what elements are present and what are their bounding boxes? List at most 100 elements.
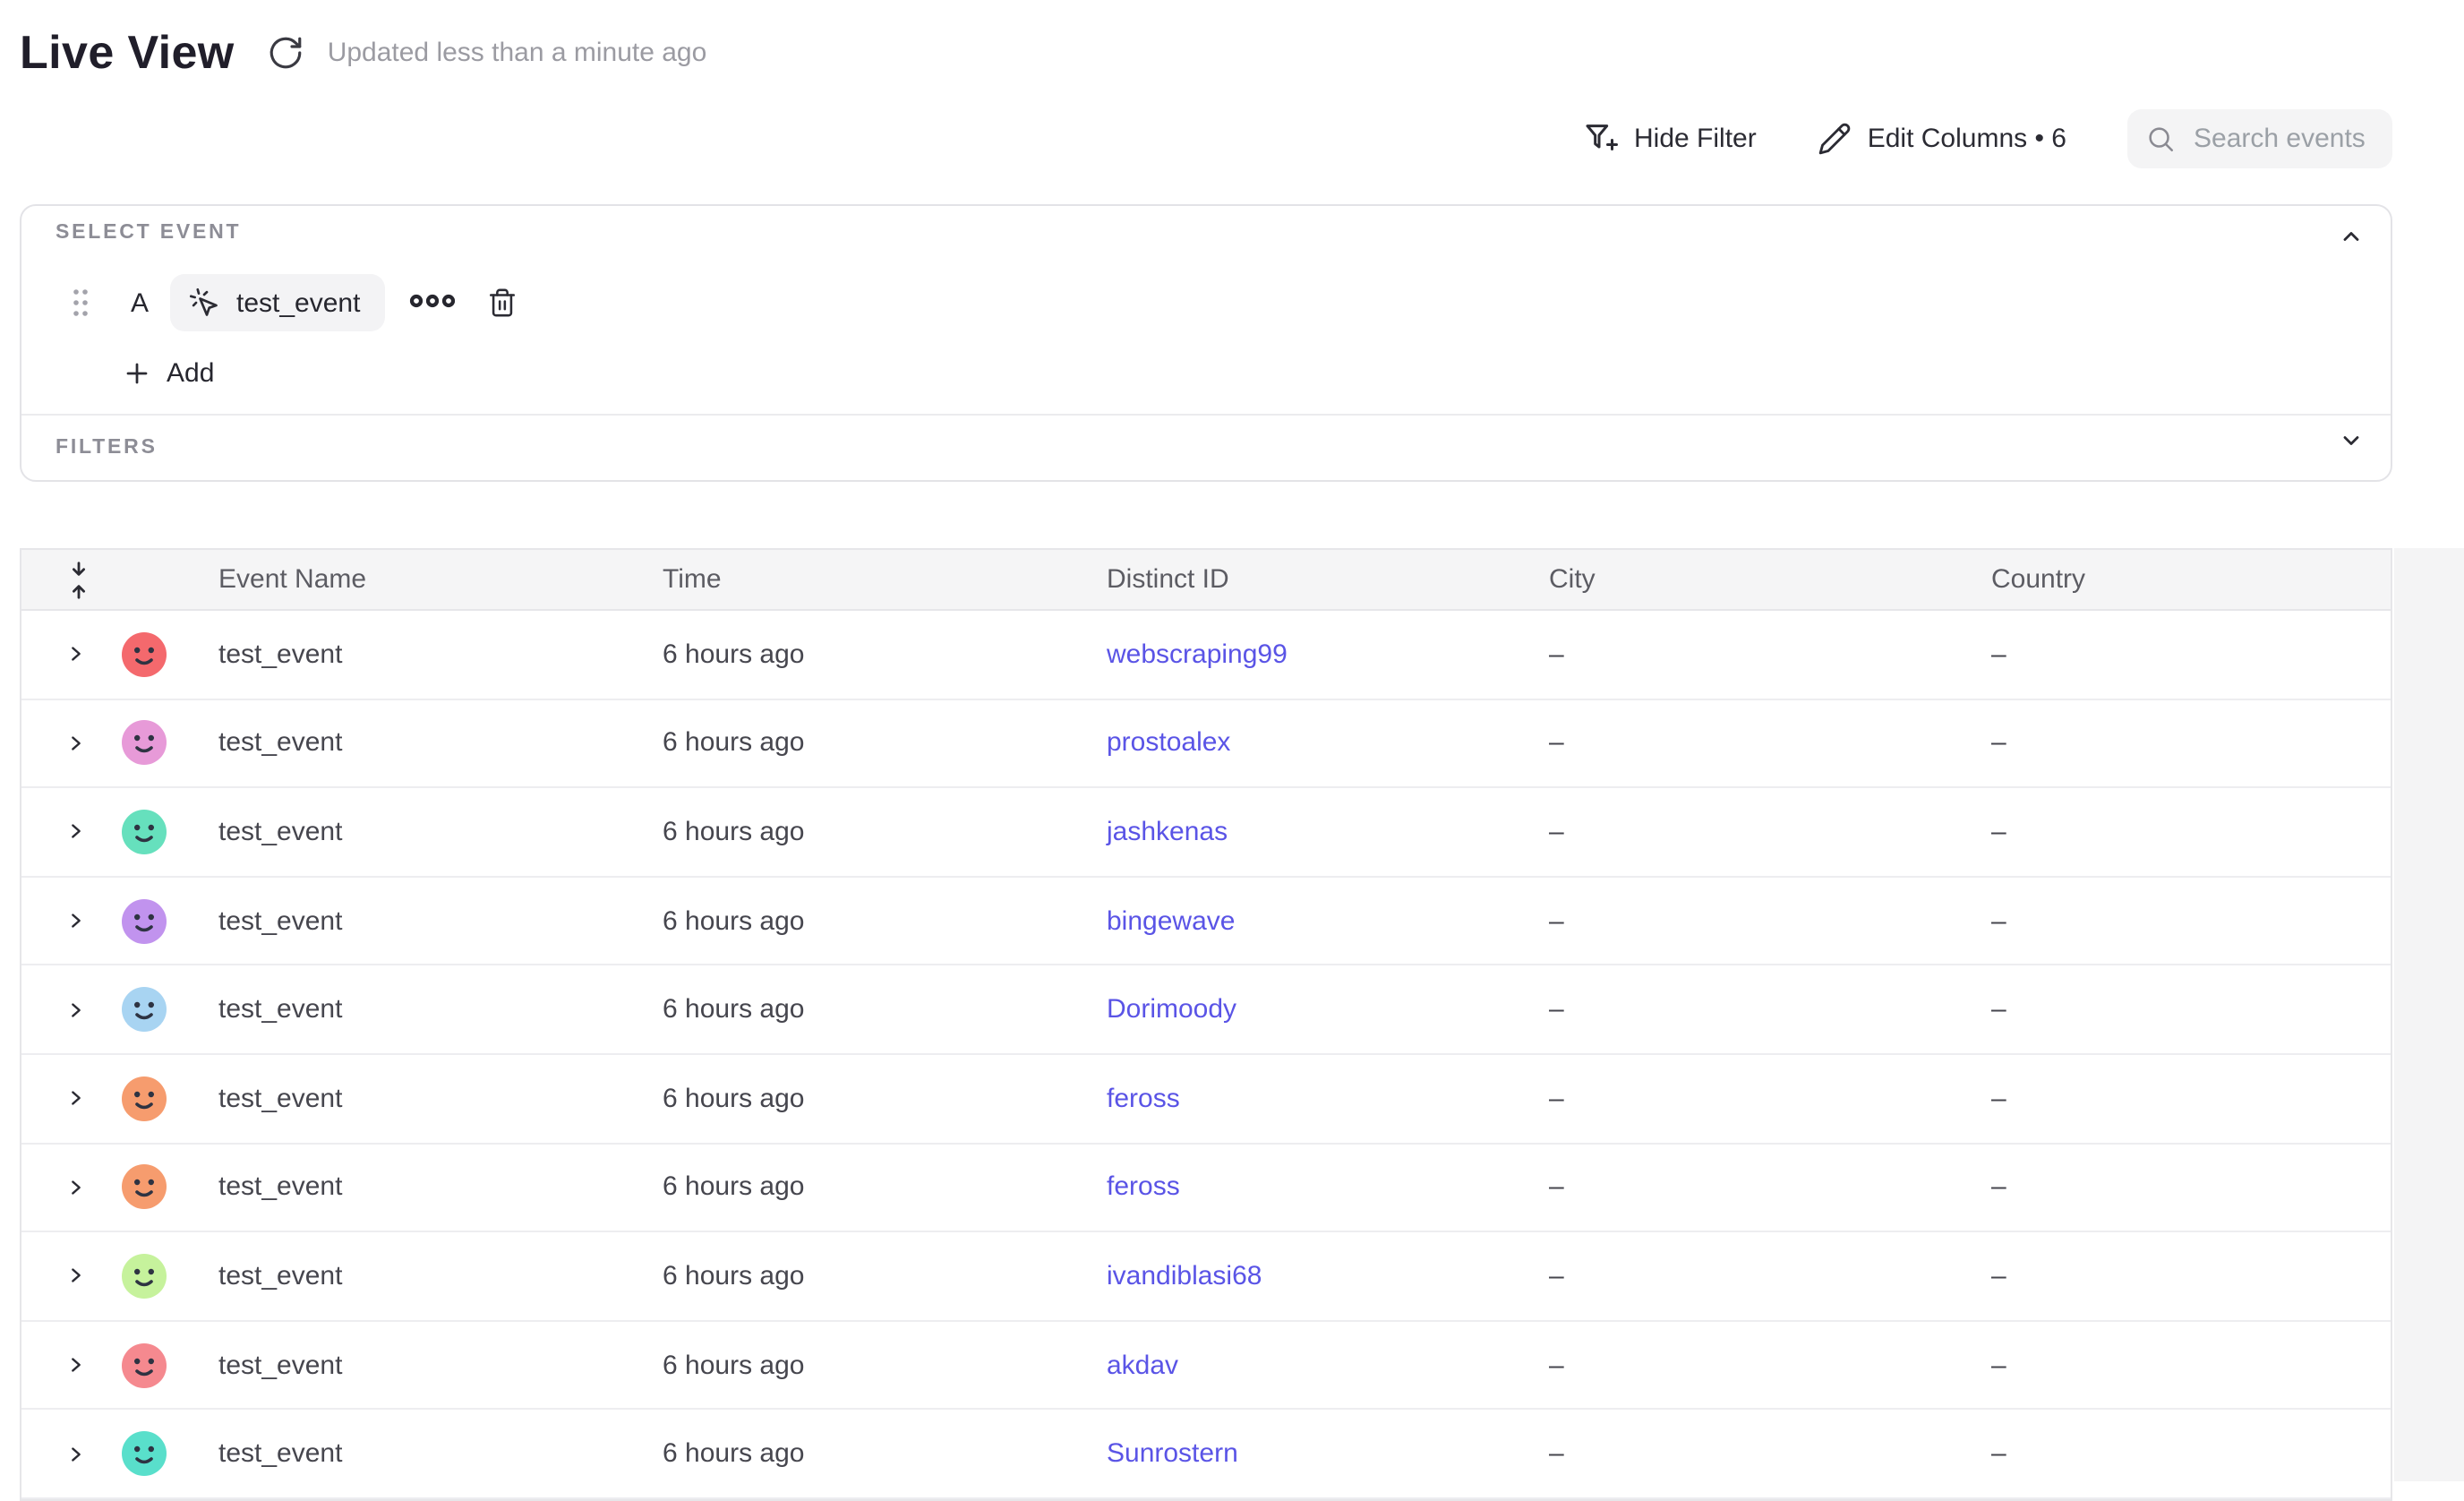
avatar (122, 1165, 167, 1210)
event-row-letter: A (131, 288, 149, 319)
table-header: Event Name Time Distinct ID City Country (21, 550, 2391, 611)
search-input[interactable] (2190, 121, 2374, 155)
table-row[interactable]: test_event 6 hours ago feross – – (21, 1055, 2391, 1144)
distinct-id-link[interactable]: Dorimoody (1107, 994, 1236, 1025)
chevron-up-icon (2339, 224, 2364, 249)
expand-row-button[interactable] (66, 1441, 86, 1466)
chevron-right-icon (66, 1086, 86, 1111)
table-row[interactable]: test_event 6 hours ago ivandiblasi68 – – (21, 1232, 2391, 1321)
distinct-id-link[interactable]: bingewave (1107, 905, 1235, 936)
chevron-right-icon (66, 1352, 86, 1377)
table-row[interactable]: test_event 6 hours ago akdav – – (21, 1322, 2391, 1411)
expand-row-button[interactable] (66, 997, 86, 1022)
select-event-label: SELECT EVENT (56, 222, 241, 244)
table-body: test_event 6 hours ago webscraping99 – – (21, 611, 2391, 1499)
time-cell: 6 hours ago (663, 788, 804, 875)
distinct-id-link[interactable]: feross (1107, 1084, 1180, 1114)
chevron-right-icon (66, 1441, 86, 1466)
city-cell: – (1549, 1322, 1564, 1409)
event-options-button[interactable] (408, 292, 457, 310)
search-box (2127, 108, 2392, 167)
avatar (122, 810, 167, 854)
avatar (122, 1076, 167, 1121)
distinct-id-link[interactable]: akdav (1107, 1350, 1178, 1380)
table-row[interactable]: test_event 6 hours ago webscraping99 – – (21, 611, 2391, 699)
chevron-right-icon (66, 731, 86, 756)
updated-status: Updated less than a minute ago (328, 38, 707, 68)
add-event-button[interactable]: Add (124, 358, 214, 389)
distinct-id-link[interactable]: feross (1107, 1172, 1180, 1203)
event-name-cell: test_event (218, 878, 342, 965)
panel-divider (21, 414, 2391, 416)
table-row[interactable]: test_event 6 hours ago prostoalex – – (21, 699, 2391, 788)
add-label: Add (167, 358, 214, 389)
expand-row-button[interactable] (66, 642, 86, 667)
column-header-event-name: Event Name (218, 550, 366, 609)
edit-columns-button[interactable]: Edit Columns • 6 (1818, 121, 2066, 155)
event-name-cell: test_event (218, 1232, 342, 1319)
expand-row-button[interactable] (66, 731, 86, 756)
country-cell: – (1991, 1144, 2006, 1231)
query-panel: SELECT EVENT A (20, 204, 2392, 482)
expand-row-button[interactable] (66, 819, 86, 845)
collapse-select-event-button[interactable] (2339, 224, 2364, 249)
expand-row-button[interactable] (66, 908, 86, 933)
distinct-id-link[interactable]: jashkenas (1107, 817, 1228, 847)
refresh-button[interactable] (267, 34, 304, 72)
table-row[interactable]: test_event 6 hours ago bingewave – – (21, 878, 2391, 966)
expand-row-button[interactable] (66, 1352, 86, 1377)
city-cell: – (1549, 699, 1564, 786)
country-cell: – (1991, 788, 2006, 875)
distinct-id-link[interactable]: webscraping99 (1107, 639, 1288, 670)
hide-filter-button[interactable]: Hide Filter (1582, 120, 1757, 156)
city-cell: – (1549, 1232, 1564, 1319)
event-name-cell: test_event (218, 1144, 342, 1231)
chevron-right-icon (66, 819, 86, 845)
edit-columns-label: Edit Columns • 6 (1868, 123, 2066, 153)
event-name-cell: test_event (218, 788, 342, 875)
city-cell: – (1549, 788, 1564, 875)
expand-row-button[interactable] (66, 1086, 86, 1111)
time-cell: 6 hours ago (663, 1232, 804, 1319)
time-cell: 6 hours ago (663, 1055, 804, 1142)
city-cell: – (1549, 966, 1564, 1053)
chevron-right-icon (66, 1264, 86, 1289)
distinct-id-link[interactable]: ivandiblasi68 (1107, 1261, 1262, 1291)
table-row[interactable]: test_event 6 hours ago Dorimoody – – (21, 966, 2391, 1055)
avatar (122, 898, 167, 943)
table-right-gutter (2394, 548, 2464, 1481)
expand-row-button[interactable] (66, 1175, 86, 1200)
time-cell: 6 hours ago (663, 1411, 804, 1497)
city-cell: – (1549, 1055, 1564, 1142)
collapse-all-rows-button[interactable] (66, 558, 91, 601)
expand-row-button[interactable] (66, 1264, 86, 1289)
city-cell: – (1549, 1144, 1564, 1231)
page-header: Live View Updated less than a minute ago (20, 25, 706, 81)
time-cell: 6 hours ago (663, 878, 804, 965)
distinct-id-link[interactable]: Sunrostern (1107, 1438, 1238, 1469)
table-row[interactable]: test_event 6 hours ago feross – – (21, 1144, 2391, 1232)
chevron-right-icon (66, 1175, 86, 1200)
event-name-cell: test_event (218, 611, 342, 698)
drag-handle[interactable] (70, 287, 91, 319)
avatar (122, 1254, 167, 1299)
table-row[interactable]: test_event 6 hours ago jashkenas – – (21, 788, 2391, 877)
live-view-page: Live View Updated less than a minute ago… (0, 0, 2464, 1480)
event-name-cell: test_event (218, 1411, 342, 1497)
chevron-right-icon (66, 908, 86, 933)
country-cell: – (1991, 611, 2006, 698)
chevron-down-icon (2339, 428, 2364, 453)
three-dots-icon (408, 292, 457, 310)
distinct-id-link[interactable]: prostoalex (1107, 728, 1230, 759)
selected-event-button[interactable]: test_event (170, 274, 385, 331)
column-header-distinct-id: Distinct ID (1107, 550, 1229, 609)
country-cell: – (1991, 699, 2006, 786)
plus-icon (124, 360, 150, 387)
delete-event-button[interactable] (487, 287, 518, 319)
event-name-cell: test_event (218, 1322, 342, 1409)
expand-filters-button[interactable] (2339, 428, 2364, 453)
country-cell: – (1991, 1055, 2006, 1142)
city-cell: – (1549, 878, 1564, 965)
selected-event-label: test_event (236, 287, 360, 318)
table-row[interactable]: test_event 6 hours ago Sunrostern – – (21, 1411, 2391, 1499)
